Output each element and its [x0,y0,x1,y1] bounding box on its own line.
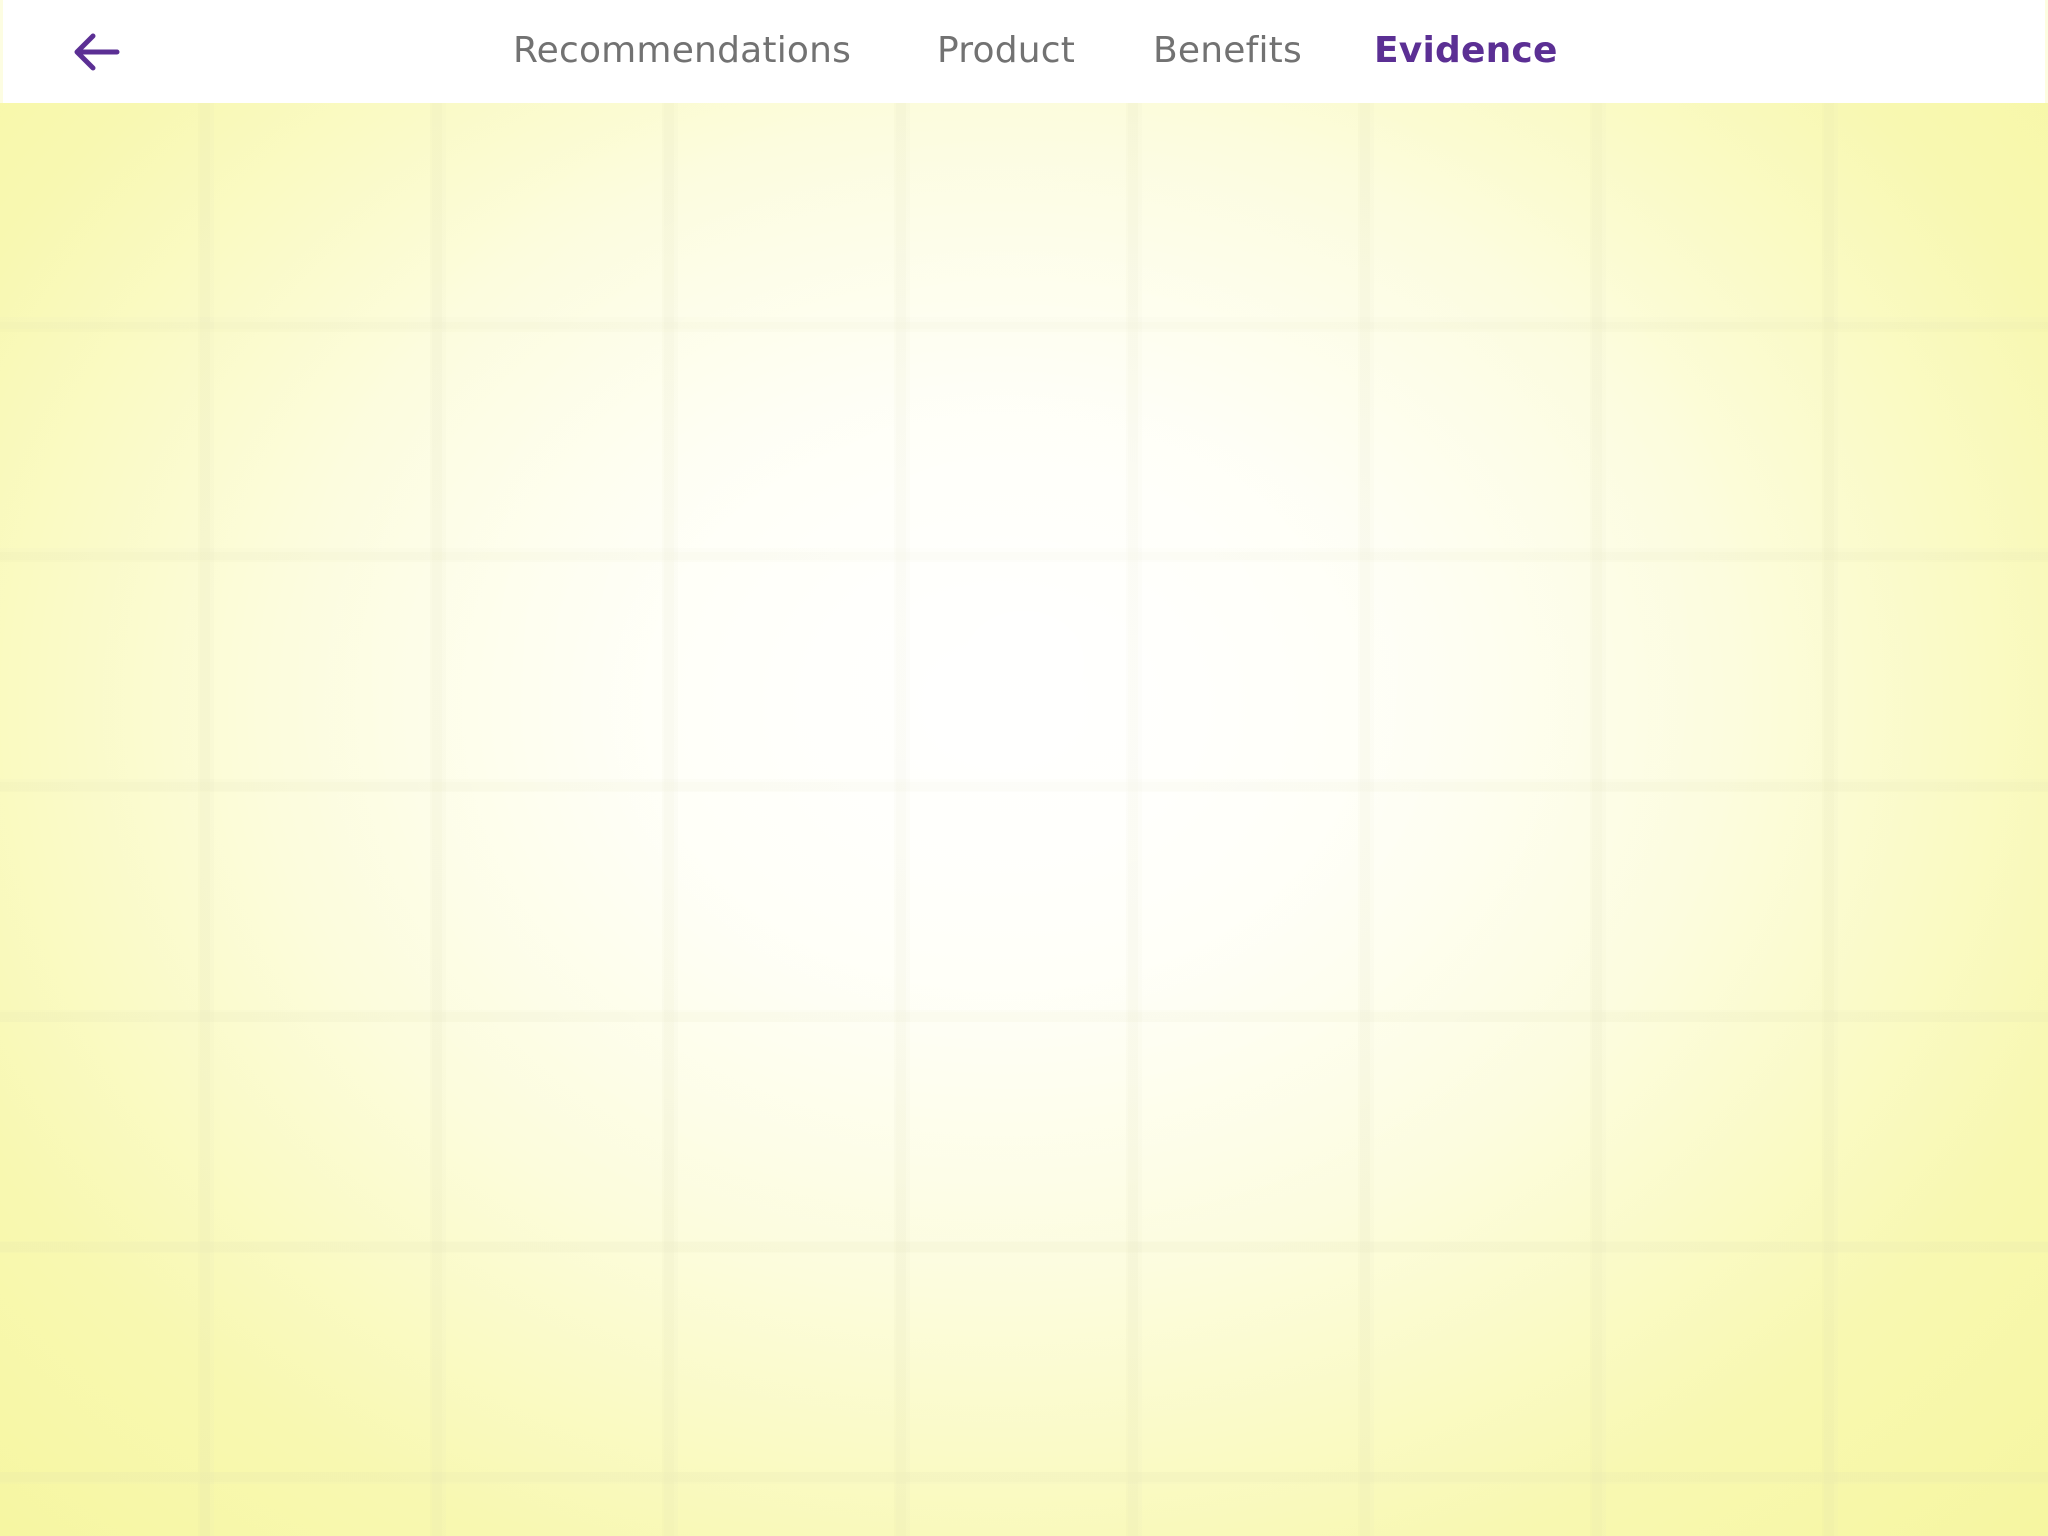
navigation-tabs: Recommendations Product Benefits Evidenc… [3,0,2045,103]
tab-benefits[interactable]: Benefits [1153,26,1302,76]
tab-recommendations[interactable]: Recommendations [513,26,851,76]
background-tile-shadows [0,103,2048,1536]
evidence-content-area [0,103,2048,1536]
tab-product[interactable]: Product [937,26,1075,76]
top-navigation-bar: Recommendations Product Benefits Evidenc… [3,0,2045,103]
tab-evidence[interactable]: Evidence [1374,26,1558,76]
background-tile-grid [0,103,2048,1536]
background-light-glow [0,103,2048,1536]
